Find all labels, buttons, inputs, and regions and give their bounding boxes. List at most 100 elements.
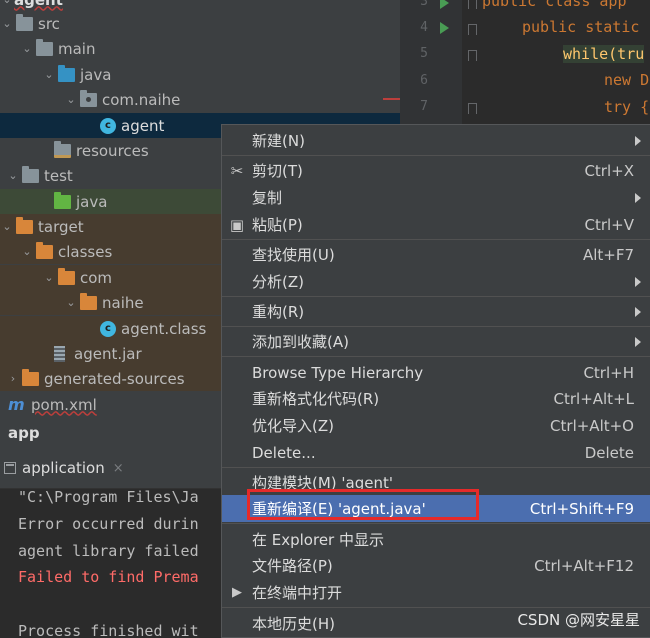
line-number: 4 bbox=[420, 20, 428, 35]
tree-item-label: target bbox=[38, 217, 84, 236]
chevron-right-icon[interactable]: › bbox=[6, 372, 20, 385]
tree-item-label: agent.jar bbox=[74, 344, 142, 363]
tree-item-label: pom.xml bbox=[31, 395, 97, 414]
menu-item-optimize-imports[interactable]: 优化导入(Z) Ctrl+Alt+O bbox=[222, 412, 650, 439]
menu-item-add-to-favorites[interactable]: 添加到收藏(A) bbox=[222, 328, 650, 355]
chevron-down-icon[interactable]: ⌄ bbox=[64, 296, 78, 309]
close-icon[interactable]: × bbox=[113, 461, 124, 476]
source-folder-icon bbox=[58, 64, 75, 82]
code-line: while(tru bbox=[563, 45, 645, 63]
folder-icon bbox=[36, 38, 53, 56]
context-menu: 新建(N) ✂ 剪切(T) Ctrl+X 复制 ▣ 粘贴(P) Ctrl+V 查… bbox=[221, 124, 650, 638]
run-tab-label: application bbox=[22, 459, 105, 477]
menu-item-delete[interactable]: Delete... Delete bbox=[222, 439, 650, 466]
code-line: try { bbox=[604, 98, 650, 116]
submenu-arrow-icon bbox=[635, 135, 641, 146]
scissors-icon: ✂ bbox=[230, 161, 244, 180]
line-number: 3 bbox=[420, 0, 428, 9]
run-tab-application[interactable]: application × bbox=[0, 454, 124, 482]
menu-separator bbox=[222, 467, 650, 468]
chevron-down-icon[interactable]: ⌄ bbox=[20, 42, 34, 55]
resources-folder-icon bbox=[54, 140, 71, 158]
submenu-arrow-icon bbox=[635, 306, 641, 317]
menu-item-label: Browse Type Hierarchy bbox=[252, 363, 424, 382]
chevron-down-icon[interactable]: ⌄ bbox=[0, 220, 14, 233]
menu-item-reformat-code[interactable]: 重新格式化代码(R) Ctrl+Alt+L bbox=[222, 385, 650, 412]
console-icon bbox=[4, 462, 16, 474]
watermark: CSDN @网安星星 bbox=[517, 611, 640, 629]
menu-separator bbox=[222, 607, 650, 608]
menu-item-label: 添加到收藏(A) bbox=[252, 333, 349, 351]
tree-item-java[interactable]: ⌄ java bbox=[0, 62, 400, 87]
tree-item-label: java bbox=[80, 65, 112, 84]
menu-item-shortcut: Ctrl+Shift+F9 bbox=[529, 499, 634, 518]
menu-item-shortcut: Ctrl+Alt+O bbox=[550, 416, 634, 435]
excluded-folder-icon bbox=[22, 368, 39, 386]
code-line: public class app bbox=[482, 0, 627, 10]
menu-item-analyze[interactable]: 分析(Z) bbox=[222, 268, 650, 295]
menu-item-shortcut: Alt+F7 bbox=[582, 245, 634, 264]
menu-item-paste[interactable]: ▣ 粘贴(P) Ctrl+V bbox=[222, 211, 650, 238]
menu-separator bbox=[222, 296, 650, 297]
menu-item-label: 粘贴(P) bbox=[252, 216, 303, 234]
menu-item-shortcut: Ctrl+X bbox=[584, 161, 634, 180]
tree-item-label: generated-sources bbox=[44, 369, 185, 388]
fold-marker-icon[interactable] bbox=[468, 103, 477, 114]
menu-item-browse-type-hierarchy[interactable]: Browse Type Hierarchy Ctrl+H bbox=[222, 359, 650, 386]
chevron-down-icon[interactable]: ⌄ bbox=[20, 245, 34, 258]
tree-item-label: classes bbox=[58, 242, 113, 261]
menu-item-shortcut: Ctrl+Alt+L bbox=[553, 389, 635, 408]
run-gutter-icon[interactable] bbox=[440, 22, 449, 34]
menu-separator bbox=[222, 239, 650, 240]
tree-item-main[interactable]: ⌄ main bbox=[0, 36, 400, 61]
chevron-down-icon[interactable]: ⌄ bbox=[42, 271, 56, 284]
fold-marker-icon[interactable] bbox=[468, 0, 477, 9]
tree-item-label: test bbox=[44, 166, 73, 185]
menu-item-show-in-explorer[interactable]: 在 Explorer 中显示 bbox=[222, 526, 650, 553]
menu-item-label: Delete... bbox=[252, 443, 316, 462]
menu-separator bbox=[222, 326, 650, 327]
code-line: public static bbox=[522, 18, 640, 36]
menu-item-label: 重新格式化代码(R) bbox=[252, 390, 380, 408]
menu-item-copy[interactable]: 复制 bbox=[222, 184, 650, 211]
menu-item-refactor[interactable]: 重构(R) bbox=[222, 298, 650, 325]
menu-item-label: 剪切(T) bbox=[252, 162, 303, 180]
menu-separator bbox=[222, 356, 650, 357]
tree-item-label: com.naihe bbox=[102, 90, 181, 109]
code-editor[interactable]: 3 4 5 6 7 public class app public static… bbox=[400, 0, 650, 130]
excluded-folder-icon bbox=[80, 292, 97, 310]
jar-icon bbox=[54, 345, 65, 362]
submenu-arrow-icon bbox=[635, 192, 641, 203]
package-icon bbox=[80, 89, 97, 107]
menu-item-cut[interactable]: ✂ 剪切(T) Ctrl+X bbox=[222, 157, 650, 184]
menu-item-label: 查找使用(U) bbox=[252, 246, 335, 264]
menu-item-open-in-terminal[interactable]: ▶ 在终端中打开 bbox=[222, 579, 650, 606]
menu-item-label: 在终端中打开 bbox=[252, 584, 343, 602]
fold-marker-icon[interactable] bbox=[468, 50, 477, 61]
menu-item-shortcut: Ctrl+V bbox=[584, 215, 634, 234]
chevron-down-icon[interactable]: ⌄ bbox=[6, 169, 20, 182]
chevron-down-icon[interactable]: ⌄ bbox=[42, 68, 56, 81]
menu-item-new[interactable]: 新建(N) bbox=[222, 127, 650, 154]
chevron-down-icon[interactable]: ⌄ bbox=[0, 0, 14, 6]
test-folder-icon bbox=[54, 191, 71, 209]
run-gutter-icon[interactable] bbox=[440, 0, 449, 9]
menu-item-label: 本地历史(H) bbox=[252, 615, 335, 633]
chevron-down-icon[interactable]: ⌄ bbox=[64, 93, 78, 106]
menu-item-label: 在 Explorer 中显示 bbox=[252, 531, 384, 549]
menu-item-file-path[interactable]: 文件路径(P) Ctrl+Alt+F12 bbox=[222, 552, 650, 579]
menu-separator bbox=[222, 155, 650, 156]
clipboard-icon: ▣ bbox=[229, 215, 245, 234]
chevron-down-icon[interactable]: ⌄ bbox=[0, 17, 14, 30]
submenu-arrow-icon bbox=[635, 336, 641, 347]
tree-item-label: agent.class bbox=[121, 319, 207, 338]
fold-marker-icon[interactable] bbox=[468, 24, 477, 35]
tree-item-label: main bbox=[58, 39, 96, 58]
menu-item-label: 复制 bbox=[252, 189, 283, 207]
menu-item-find-usages[interactable]: 查找使用(U) Alt+F7 bbox=[222, 241, 650, 268]
tree-item-package[interactable]: ⌄ com.naihe bbox=[0, 87, 400, 112]
tree-item-src[interactable]: ⌄ src bbox=[0, 11, 400, 36]
console-line: agent library failed bbox=[18, 542, 199, 560]
line-number: 7 bbox=[420, 99, 428, 114]
excluded-folder-icon bbox=[16, 216, 33, 234]
